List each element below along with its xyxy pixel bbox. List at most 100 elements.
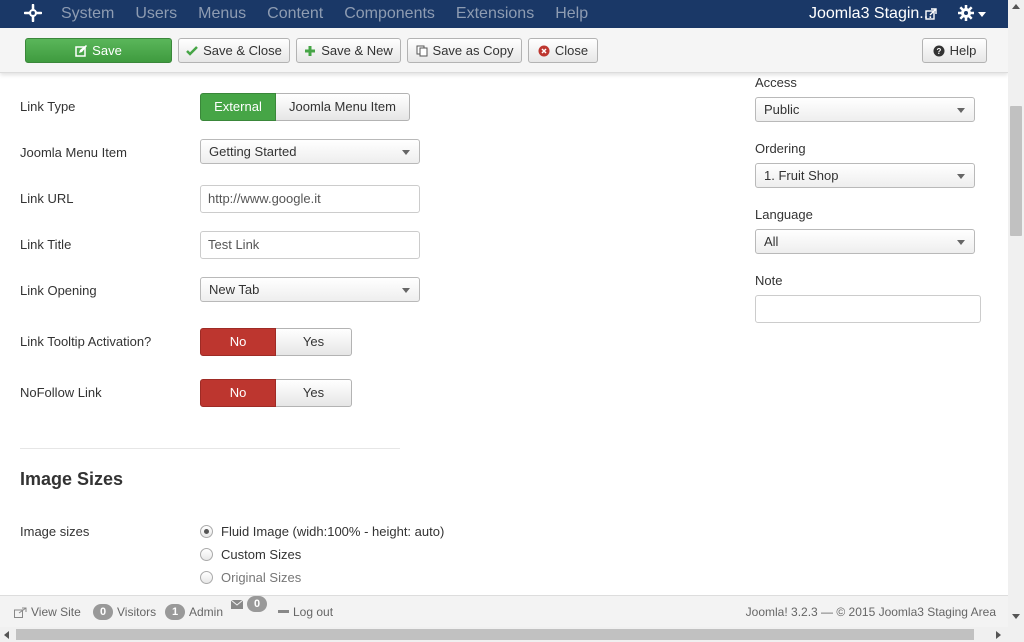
- radio-button[interactable]: [200, 571, 213, 584]
- link-type-external[interactable]: External: [200, 93, 276, 121]
- save-label: Save: [92, 43, 122, 58]
- tooltip-yes[interactable]: Yes: [276, 328, 352, 356]
- image-sizes-label: Image sizes: [20, 524, 90, 539]
- radio-button[interactable]: [200, 548, 213, 561]
- tooltip-toggle: No Yes: [200, 328, 352, 356]
- note-label: Note: [755, 273, 783, 288]
- note-input[interactable]: [755, 295, 981, 323]
- link-opening-select[interactable]: New Tab: [200, 277, 420, 302]
- link-type-toggle: External Joomla Menu Item: [200, 93, 410, 121]
- access-value: Public: [764, 102, 800, 117]
- logout-link[interactable]: Log out: [278, 596, 333, 628]
- nofollow-yes[interactable]: Yes: [276, 379, 352, 407]
- horizontal-scrollbar[interactable]: [0, 627, 1008, 642]
- edit-icon: [75, 44, 88, 57]
- copyright-text: Joomla! 3.2.3 — © 2015 Joomla3 Staging A…: [745, 605, 996, 619]
- messages-count-badge: 0: [247, 596, 267, 612]
- link-url-label: Link URL: [20, 191, 74, 206]
- check-icon: [186, 45, 198, 56]
- language-select[interactable]: All: [755, 229, 975, 254]
- joomla-logo-icon[interactable]: [24, 4, 42, 22]
- visitors-indicator: 0 Visitors: [93, 596, 156, 628]
- radio-custom-label: Custom Sizes: [221, 547, 302, 562]
- vertical-scroll-thumb[interactable]: [1010, 106, 1022, 236]
- link-url-input[interactable]: http://www.google.it: [200, 185, 420, 213]
- plus-icon: [305, 45, 316, 56]
- admin-indicator: 1 Admin: [165, 596, 223, 628]
- scroll-down-icon[interactable]: [1012, 614, 1020, 619]
- radio-custom-sizes[interactable]: Custom Sizes: [200, 547, 301, 562]
- svg-text:?: ?: [936, 47, 941, 56]
- menu-item-label: Joomla Menu Item: [20, 145, 127, 160]
- messages-indicator[interactable]: 0: [231, 596, 267, 612]
- chevron-down-icon: [402, 150, 410, 155]
- save-new-button[interactable]: Save & New: [296, 38, 401, 63]
- section-divider: [20, 448, 400, 449]
- main-content: Link Type External Joomla Menu Item Joom…: [0, 73, 1008, 595]
- menu-item-value: Getting Started: [209, 144, 297, 159]
- menu-content[interactable]: Content: [267, 0, 323, 28]
- image-sizes-title: Image Sizes: [20, 469, 124, 489]
- link-title-label: Link Title: [20, 237, 72, 252]
- vertical-scrollbar[interactable]: [1008, 0, 1024, 627]
- access-label: Access: [755, 75, 797, 90]
- save-copy-button[interactable]: Save as Copy: [407, 38, 522, 63]
- radio-original-sizes[interactable]: Original Sizes: [200, 570, 301, 585]
- site-name-link[interactable]: Joomla3 Stagin...: [809, 0, 933, 28]
- radio-fluid-image[interactable]: Fluid Image (widh:100% - height: auto): [200, 524, 444, 539]
- access-select[interactable]: Public: [755, 97, 975, 122]
- link-opening-label: Link Opening: [20, 283, 97, 298]
- radio-original-label: Original Sizes: [221, 570, 302, 585]
- menu-extensions[interactable]: Extensions: [456, 0, 534, 28]
- main-menu: System Users Menus Content Components Ex…: [61, 0, 609, 28]
- horizontal-scroll-thumb[interactable]: [16, 629, 974, 640]
- menu-system[interactable]: System: [61, 0, 114, 28]
- radio-fluid-label: Fluid Image (widh:100% - height: auto): [221, 524, 445, 539]
- save-close-button[interactable]: Save & Close: [178, 38, 290, 63]
- visitors-label: Visitors: [117, 605, 157, 619]
- view-site-link[interactable]: View Site: [14, 596, 81, 628]
- menu-help[interactable]: Help: [555, 0, 588, 28]
- ordering-value: 1. Fruit Shop: [764, 168, 839, 183]
- logout-label: Log out: [293, 605, 334, 619]
- menu-components[interactable]: Components: [344, 0, 435, 28]
- save-button[interactable]: Save: [25, 38, 172, 63]
- nofollow-no[interactable]: No: [200, 379, 276, 407]
- language-label: Language: [755, 207, 813, 222]
- scroll-right-icon[interactable]: [996, 631, 1001, 639]
- settings-caret-icon[interactable]: [978, 12, 986, 17]
- nofollow-toggle: No Yes: [200, 379, 352, 407]
- gear-icon[interactable]: [957, 4, 975, 22]
- help-button[interactable]: ? Help: [922, 38, 987, 63]
- share-icon: [14, 607, 27, 618]
- copy-icon: [416, 45, 428, 56]
- scroll-left-icon[interactable]: [4, 631, 9, 639]
- scroll-up-icon[interactable]: [1012, 4, 1020, 9]
- chevron-down-icon: [957, 174, 965, 179]
- external-link-icon[interactable]: [925, 8, 937, 20]
- close-circle-icon: [538, 45, 550, 56]
- envelope-icon: [231, 599, 243, 609]
- top-navbar: System Users Menus Content Components Ex…: [0, 0, 1008, 28]
- minus-icon: [278, 610, 289, 613]
- radio-button[interactable]: [200, 525, 213, 538]
- status-bar: View Site 0 Visitors 1 Admin 0 Log out J…: [0, 595, 1008, 627]
- menu-menus[interactable]: Menus: [198, 0, 246, 28]
- link-opening-value: New Tab: [209, 282, 260, 297]
- close-button[interactable]: Close: [528, 38, 598, 63]
- link-title-input[interactable]: Test Link: [200, 231, 420, 259]
- nofollow-label: NoFollow Link: [20, 385, 102, 400]
- toolbar: Save Save & Close Save & New Save as Cop…: [0, 28, 1008, 73]
- tooltip-no[interactable]: No: [200, 328, 276, 356]
- visitors-count-badge: 0: [93, 604, 113, 620]
- chevron-down-icon: [957, 240, 965, 245]
- admin-label: Admin: [189, 605, 224, 619]
- ordering-select[interactable]: 1. Fruit Shop: [755, 163, 975, 188]
- save-copy-label: Save as Copy: [432, 43, 514, 58]
- chevron-down-icon: [402, 288, 410, 293]
- link-type-menu-item[interactable]: Joomla Menu Item: [276, 93, 410, 121]
- menu-item-select[interactable]: Getting Started: [200, 139, 420, 164]
- menu-users[interactable]: Users: [135, 0, 177, 28]
- close-label: Close: [554, 43, 589, 58]
- help-label: Help: [949, 43, 977, 58]
